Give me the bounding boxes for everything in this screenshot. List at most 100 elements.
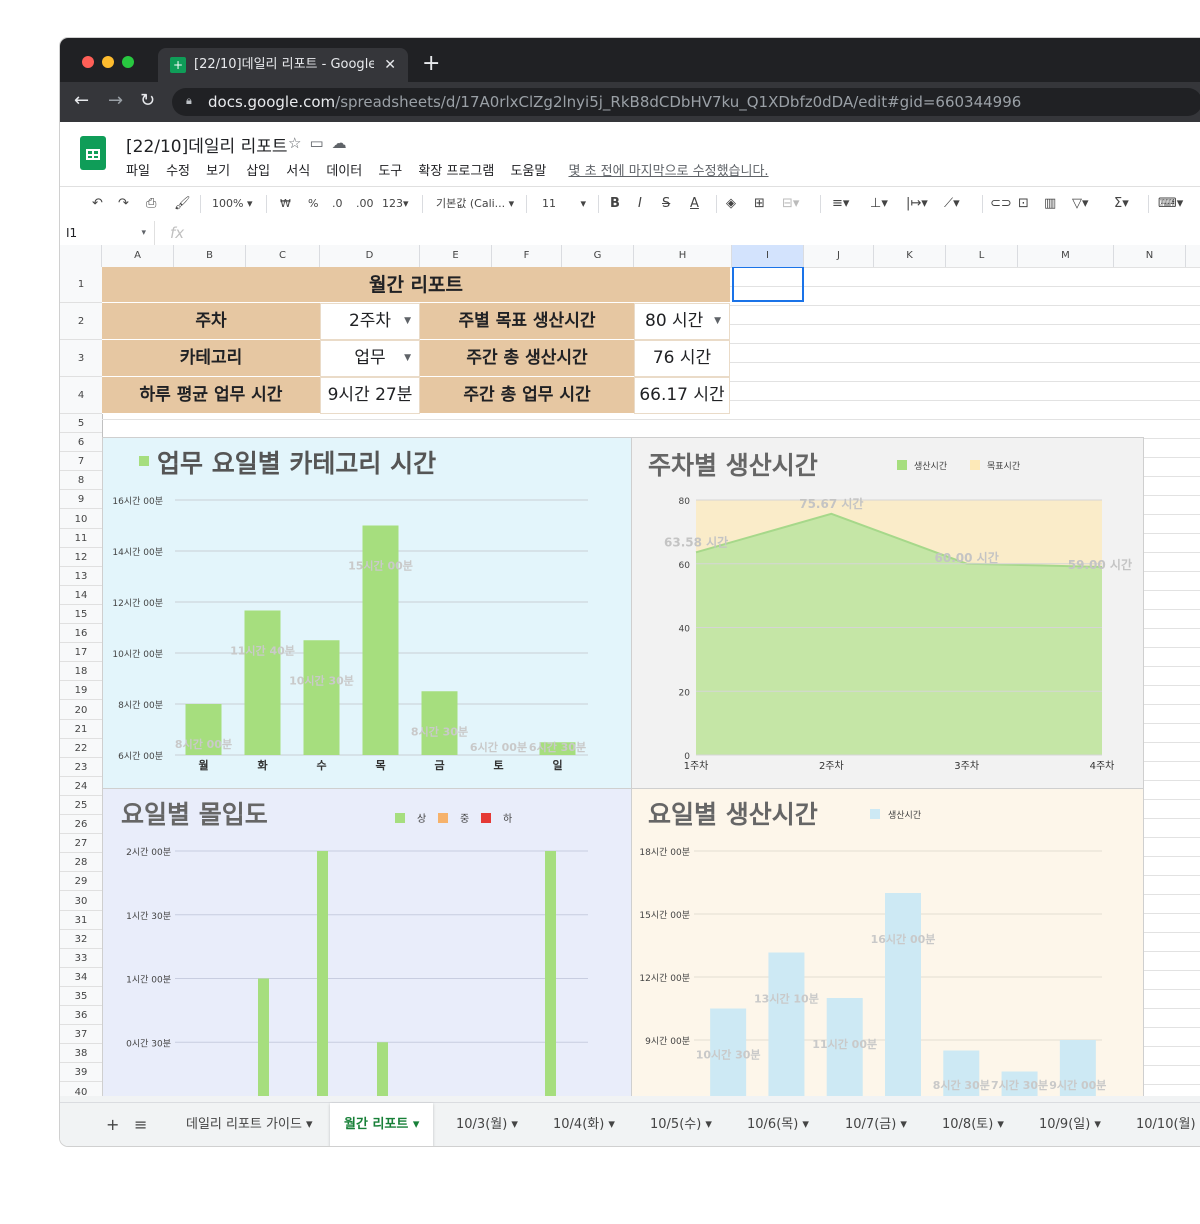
column-header[interactable]: B bbox=[174, 245, 246, 267]
menu-view[interactable]: 보기 bbox=[206, 164, 230, 179]
font-size-select[interactable]: 11 ▾ bbox=[542, 187, 586, 221]
column-header[interactable]: G bbox=[562, 245, 634, 267]
sheet-tab[interactable]: 10/7(금) ▾ bbox=[845, 1103, 907, 1146]
font-select[interactable]: 기본값 (Cali... ▾ bbox=[436, 187, 514, 221]
target-label[interactable]: 주별 목표 생산시간 bbox=[420, 303, 634, 340]
menu-format[interactable]: 서식 bbox=[286, 164, 310, 179]
row-header[interactable]: 18 bbox=[60, 662, 102, 682]
column-header[interactable]: N bbox=[1114, 245, 1186, 267]
vertical-align-icon[interactable]: ⊥▾ bbox=[870, 187, 888, 221]
tab-close-icon[interactable]: ✕ bbox=[384, 48, 396, 82]
cloud-status-icon[interactable]: ☁ bbox=[332, 134, 355, 152]
weekly-prod-label[interactable]: 주간 총 생산시간 bbox=[420, 340, 634, 377]
merge-cells-icon[interactable]: ⊟▾ bbox=[782, 187, 799, 221]
sheet-grid[interactable]: 월간 리포트 주차 2주차 ▼ 주별 목표 생산시간 80 시간 ▼ 카테고리 업무… bbox=[102, 267, 1200, 1102]
row-header[interactable]: 6 bbox=[60, 433, 102, 453]
decrease-decimal-button[interactable]: .0 bbox=[332, 187, 343, 221]
column-header-selected[interactable]: I bbox=[732, 245, 804, 267]
weekly-prod-value[interactable]: 76 시간 bbox=[634, 340, 730, 377]
menu-extensions[interactable]: 확장 프로그램 bbox=[418, 164, 494, 179]
italic-button[interactable]: I bbox=[638, 187, 642, 221]
doc-title[interactable]: [22/10]데일리 리포트 bbox=[126, 132, 288, 157]
menu-edit[interactable]: 수정 bbox=[166, 164, 190, 179]
row-header[interactable]: 11 bbox=[60, 529, 102, 548]
row-header[interactable]: 16 bbox=[60, 624, 102, 644]
menu-help[interactable]: 도움말 bbox=[510, 164, 546, 179]
browser-tab[interactable]: + [22/10]데일리 리포트 - Google Sh ✕ bbox=[158, 48, 408, 82]
category-label[interactable]: 카테고리 bbox=[102, 340, 320, 377]
row-header[interactable]: 17 bbox=[60, 643, 102, 663]
row-header[interactable]: 23 bbox=[60, 758, 102, 777]
week-label[interactable]: 주차 bbox=[102, 303, 320, 340]
sheet-tab[interactable]: 10/4(화) ▾ bbox=[553, 1103, 615, 1146]
sheets-logo-icon[interactable] bbox=[80, 136, 106, 170]
paint-format-icon[interactable]: 🖌︎ bbox=[174, 187, 191, 221]
menu-insert[interactable]: 삽입 bbox=[246, 164, 270, 179]
weekly-work-value[interactable]: 66.17 시간 bbox=[634, 377, 730, 414]
reload-icon[interactable]: ↻ bbox=[140, 90, 155, 112]
zoom-select[interactable]: 100% ▾ bbox=[212, 187, 252, 221]
functions-icon[interactable]: Σ▾ bbox=[1114, 187, 1129, 221]
row-header[interactable]: 25 bbox=[60, 796, 102, 816]
star-icon[interactable]: ☆ bbox=[288, 134, 309, 152]
row-header[interactable]: 20 bbox=[60, 701, 102, 720]
report-title[interactable]: 월간 리포트 bbox=[102, 267, 730, 303]
column-header[interactable]: M bbox=[1018, 245, 1114, 267]
add-sheet-button[interactable]: + bbox=[106, 1103, 119, 1146]
bold-button[interactable]: B bbox=[610, 187, 620, 221]
close-window-button[interactable] bbox=[82, 56, 94, 68]
row-header[interactable]: 10 bbox=[60, 510, 102, 529]
all-sheets-button[interactable]: ≡ bbox=[134, 1103, 147, 1146]
row-header[interactable]: 24 bbox=[60, 777, 102, 796]
number-format-select[interactable]: 123▾ bbox=[382, 187, 409, 221]
column-header[interactable]: J bbox=[804, 245, 874, 267]
insert-comment-icon[interactable]: ⊡ bbox=[1018, 187, 1029, 221]
daily-avg-label[interactable]: 하루 평균 업무 시간 bbox=[102, 377, 320, 414]
sheet-tab[interactable]: 10/3(월) ▾ bbox=[456, 1103, 518, 1146]
filter-icon[interactable]: ▽▾ bbox=[1072, 187, 1089, 221]
row-header[interactable]: 15 bbox=[60, 605, 102, 625]
sheet-tab-active[interactable]: 월간 리포트 ▾ bbox=[330, 1103, 434, 1146]
back-arrow-icon[interactable]: ← bbox=[74, 90, 89, 112]
row-header[interactable]: 4 bbox=[60, 377, 102, 414]
row-header[interactable]: 2 bbox=[60, 303, 102, 340]
text-wrap-icon[interactable]: |↦▾ bbox=[906, 187, 928, 221]
row-header[interactable]: 7 bbox=[60, 452, 102, 472]
row-header[interactable]: 8 bbox=[60, 471, 102, 491]
horizontal-align-icon[interactable]: ≡▾ bbox=[832, 187, 849, 221]
select-all-corner[interactable] bbox=[60, 245, 102, 267]
sheet-tab[interactable]: 10/5(수) ▾ bbox=[650, 1103, 712, 1146]
row-header[interactable]: 33 bbox=[60, 949, 102, 968]
sheet-tab[interactable]: 10/10(월) bbox=[1136, 1103, 1196, 1146]
redo-icon[interactable]: ↷ bbox=[118, 187, 129, 221]
menu-file[interactable]: 파일 bbox=[126, 164, 150, 179]
chart-weekly-production[interactable]: 주차별 생산시간 생산시간 목표시간 0 20 40 60 80 1주차 63.58 시간 2주차 7… bbox=[631, 437, 1144, 789]
minimize-window-button[interactable] bbox=[102, 56, 114, 68]
row-header[interactable]: 9 bbox=[60, 490, 102, 510]
column-header[interactable]: A bbox=[102, 245, 174, 267]
insert-link-icon[interactable]: ⊂⊃ bbox=[990, 187, 1012, 221]
row-header[interactable]: 21 bbox=[60, 720, 102, 739]
move-folder-icon[interactable]: ▭ bbox=[309, 134, 331, 152]
row-header[interactable]: 26 bbox=[60, 815, 102, 835]
row-header[interactable]: 27 bbox=[60, 834, 102, 854]
row-header[interactable]: 3 bbox=[60, 340, 102, 377]
text-color-button[interactable]: A bbox=[690, 187, 699, 221]
chart-category-time[interactable]: 업무 요일별 카테고리 시간 6시간 00분 8시간 00분 10시간 00분 12시간… bbox=[102, 437, 632, 789]
row-header[interactable]: 32 bbox=[60, 930, 102, 949]
forward-arrow-icon[interactable]: → bbox=[108, 90, 123, 112]
menu-data[interactable]: 데이터 bbox=[326, 164, 362, 179]
sheet-tab[interactable]: 10/6(목) ▾ bbox=[747, 1103, 809, 1146]
increase-decimal-button[interactable]: .00 bbox=[356, 187, 374, 221]
sheet-tab[interactable]: 10/8(토) ▾ bbox=[942, 1103, 1004, 1146]
row-header[interactable]: 29 bbox=[60, 872, 102, 892]
row-header[interactable]: 28 bbox=[60, 853, 102, 873]
name-box-dropdown-icon[interactable]: ▾ bbox=[141, 221, 146, 245]
row-header[interactable]: 19 bbox=[60, 681, 102, 701]
column-header[interactable]: L bbox=[946, 245, 1018, 267]
sheet-tab[interactable]: 10/9(일) ▾ bbox=[1039, 1103, 1101, 1146]
column-header[interactable]: D bbox=[320, 245, 420, 267]
chart-daily-production[interactable]: 요일별 생산시간 생산시간 9시간 00분 12시간 00분 15시간 00분 18시간 … bbox=[631, 788, 1144, 1102]
column-header[interactable]: K bbox=[874, 245, 946, 267]
row-header[interactable]: 13 bbox=[60, 567, 102, 586]
